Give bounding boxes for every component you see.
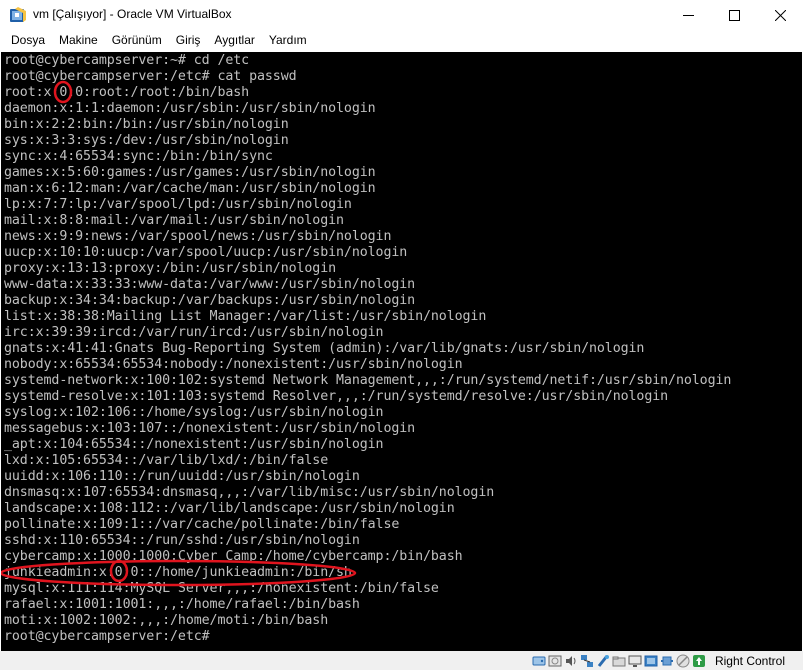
menu-aygitlar[interactable]: Aygıtlar	[207, 30, 261, 51]
terminal-line: junkieadmin:x:0:0::/home/junkieadmin:/bi…	[4, 565, 352, 580]
terminal-line: lp:x:7:7:lp:/var/spool/lpd:/usr/sbin/nol…	[4, 197, 352, 212]
mouse-integration-icon[interactable]	[676, 653, 691, 668]
status-bar: Right Control	[0, 651, 803, 670]
usb-icon[interactable]	[596, 653, 611, 668]
display-icon[interactable]	[628, 653, 643, 668]
terminal-line: rafael:x:1001:1001:,,,:/home/rafael:/bin…	[4, 597, 360, 612]
virtualbox-app-icon	[10, 7, 26, 22]
terminal-line: lxd:x:105:65534::/var/lib/lxd/:/bin/fals…	[4, 453, 329, 468]
terminal-line: games:x:5:60:games:/usr/games:/usr/sbin/…	[4, 165, 376, 180]
terminal-line: backup:x:34:34:backup:/var/backups:/usr/…	[4, 293, 416, 308]
terminal-line: uucp:x:10:10:uucp:/var/spool/uucp:/usr/s…	[4, 245, 408, 260]
minimize-icon	[682, 14, 694, 16]
terminal-line: bin:x:2:2:bin:/bin:/usr/sbin/nologin	[4, 117, 289, 132]
menu-gorunum[interactable]: Görünüm	[105, 30, 169, 51]
terminal-line: list:x:38:38:Mailing List Manager:/var/l…	[4, 309, 487, 324]
video-capture-icon[interactable]	[644, 653, 659, 668]
network-icon[interactable]	[580, 653, 595, 668]
terminal-line: root:x:0:0:root:/root:/bin/bash	[4, 85, 250, 100]
minimize-button[interactable]	[665, 0, 711, 30]
cpu-icon[interactable]	[660, 653, 675, 668]
terminal-line: sshd:x:110:65534::/run/sshd:/usr/sbin/no…	[4, 533, 360, 548]
terminal-line: syslog:x:102:106::/home/syslog:/usr/sbin…	[4, 405, 384, 420]
terminal-line: man:x:6:12:man:/var/cache/man:/usr/sbin/…	[4, 181, 376, 196]
terminal-line: mysql:x:111:114:MySQL Server,,,:/nonexis…	[4, 581, 439, 596]
terminal-line: dnsmasq:x:107:65534:dnsmasq,,,:/var/lib/…	[4, 485, 495, 500]
terminal-line: daemon:x:1:1:daemon:/usr/sbin:/usr/sbin/…	[4, 101, 376, 116]
audio-icon[interactable]	[564, 653, 579, 668]
terminal-line: landscape:x:108:112::/var/lib/landscape:…	[4, 501, 455, 516]
shared-folders-icon[interactable]	[612, 653, 627, 668]
terminal-line: systemd-network:x:100:102:systemd Networ…	[4, 373, 732, 388]
maximize-button[interactable]	[711, 0, 757, 30]
virtualbox-window: vm [Çalışıyor] - Oracle VM VirtualBox Do…	[0, 0, 803, 670]
menu-makine[interactable]: Makine	[52, 30, 105, 51]
close-button[interactable]	[757, 0, 803, 30]
terminal-line: systemd-resolve:x:101:103:systemd Resolv…	[4, 389, 669, 404]
terminal-line: proxy:x:13:13:proxy:/bin:/usr/sbin/nolog…	[4, 261, 337, 276]
terminal-output: root@cybercampserver:~# cd /etc root@cybe…	[4, 53, 731, 645]
window-title: vm [Çalışıyor] - Oracle VM VirtualBox	[33, 7, 232, 21]
terminal-line: pollinate:x:109:1::/var/cache/pollinate:…	[4, 517, 400, 532]
terminal-line: moti:x:1002:1002:,,,:/home/moti:/bin/bas…	[4, 613, 329, 628]
terminal-line: news:x:9:9:news:/var/spool/news:/usr/sbi…	[4, 229, 392, 244]
terminal-line: nobody:x:65534:65534:nobody:/nonexistent…	[4, 357, 463, 372]
status-icons	[532, 653, 707, 668]
menu-dosya[interactable]: Dosya	[0, 30, 52, 51]
optical-drive-icon[interactable]	[548, 653, 563, 668]
terminal-line: sys:x:3:3:sys:/dev:/usr/sbin/nologin	[4, 133, 289, 148]
hard-disk-icon[interactable]	[532, 653, 547, 668]
terminal-line: cybercamp:x:1000:1000:Cyber Camp:/home/c…	[4, 549, 463, 564]
terminal-line: root@cybercampserver:/etc# cat passwd	[4, 69, 297, 84]
terminal-line: _apt:x:104:65534::/nonexistent:/usr/sbin…	[4, 437, 384, 452]
title-bar[interactable]: vm [Çalışıyor] - Oracle VM VirtualBox	[0, 0, 803, 30]
keyboard-arrow-icon[interactable]	[692, 653, 707, 668]
terminal-line: sync:x:4:65534:sync:/bin:/bin/sync	[4, 149, 273, 164]
terminal-line: gnats:x:41:41:Gnats Bug-Reporting System…	[4, 341, 645, 356]
terminal-line: root@cybercampserver:~# cd /etc	[4, 53, 250, 68]
terminal-line: messagebus:x:103:107::/nonexistent:/usr/…	[4, 421, 416, 436]
menu-giris[interactable]: Giriş	[169, 30, 208, 51]
terminal-line: irc:x:39:39:ircd:/var/run/ircd:/usr/sbin…	[4, 325, 384, 340]
close-icon	[774, 9, 786, 21]
vm-console[interactable]: root@cybercampserver:~# cd /etc root@cybe…	[1, 52, 802, 651]
terminal-line: uuidd:x:106:110::/run/uuidd:/usr/sbin/no…	[4, 469, 360, 484]
menu-bar: Dosya Makine Görünüm Giriş Aygıtlar Yard…	[0, 30, 803, 51]
maximize-icon	[728, 9, 740, 21]
terminal-line: www-data:x:33:33:www-data:/var/www:/usr/…	[4, 277, 416, 292]
host-key-label[interactable]: Right Control	[715, 654, 785, 668]
terminal-line: root@cybercampserver:/etc#	[4, 629, 210, 644]
terminal-line: mail:x:8:8:mail:/var/mail:/usr/sbin/nolo…	[4, 213, 344, 228]
menu-yardim[interactable]: Yardım	[262, 30, 314, 51]
